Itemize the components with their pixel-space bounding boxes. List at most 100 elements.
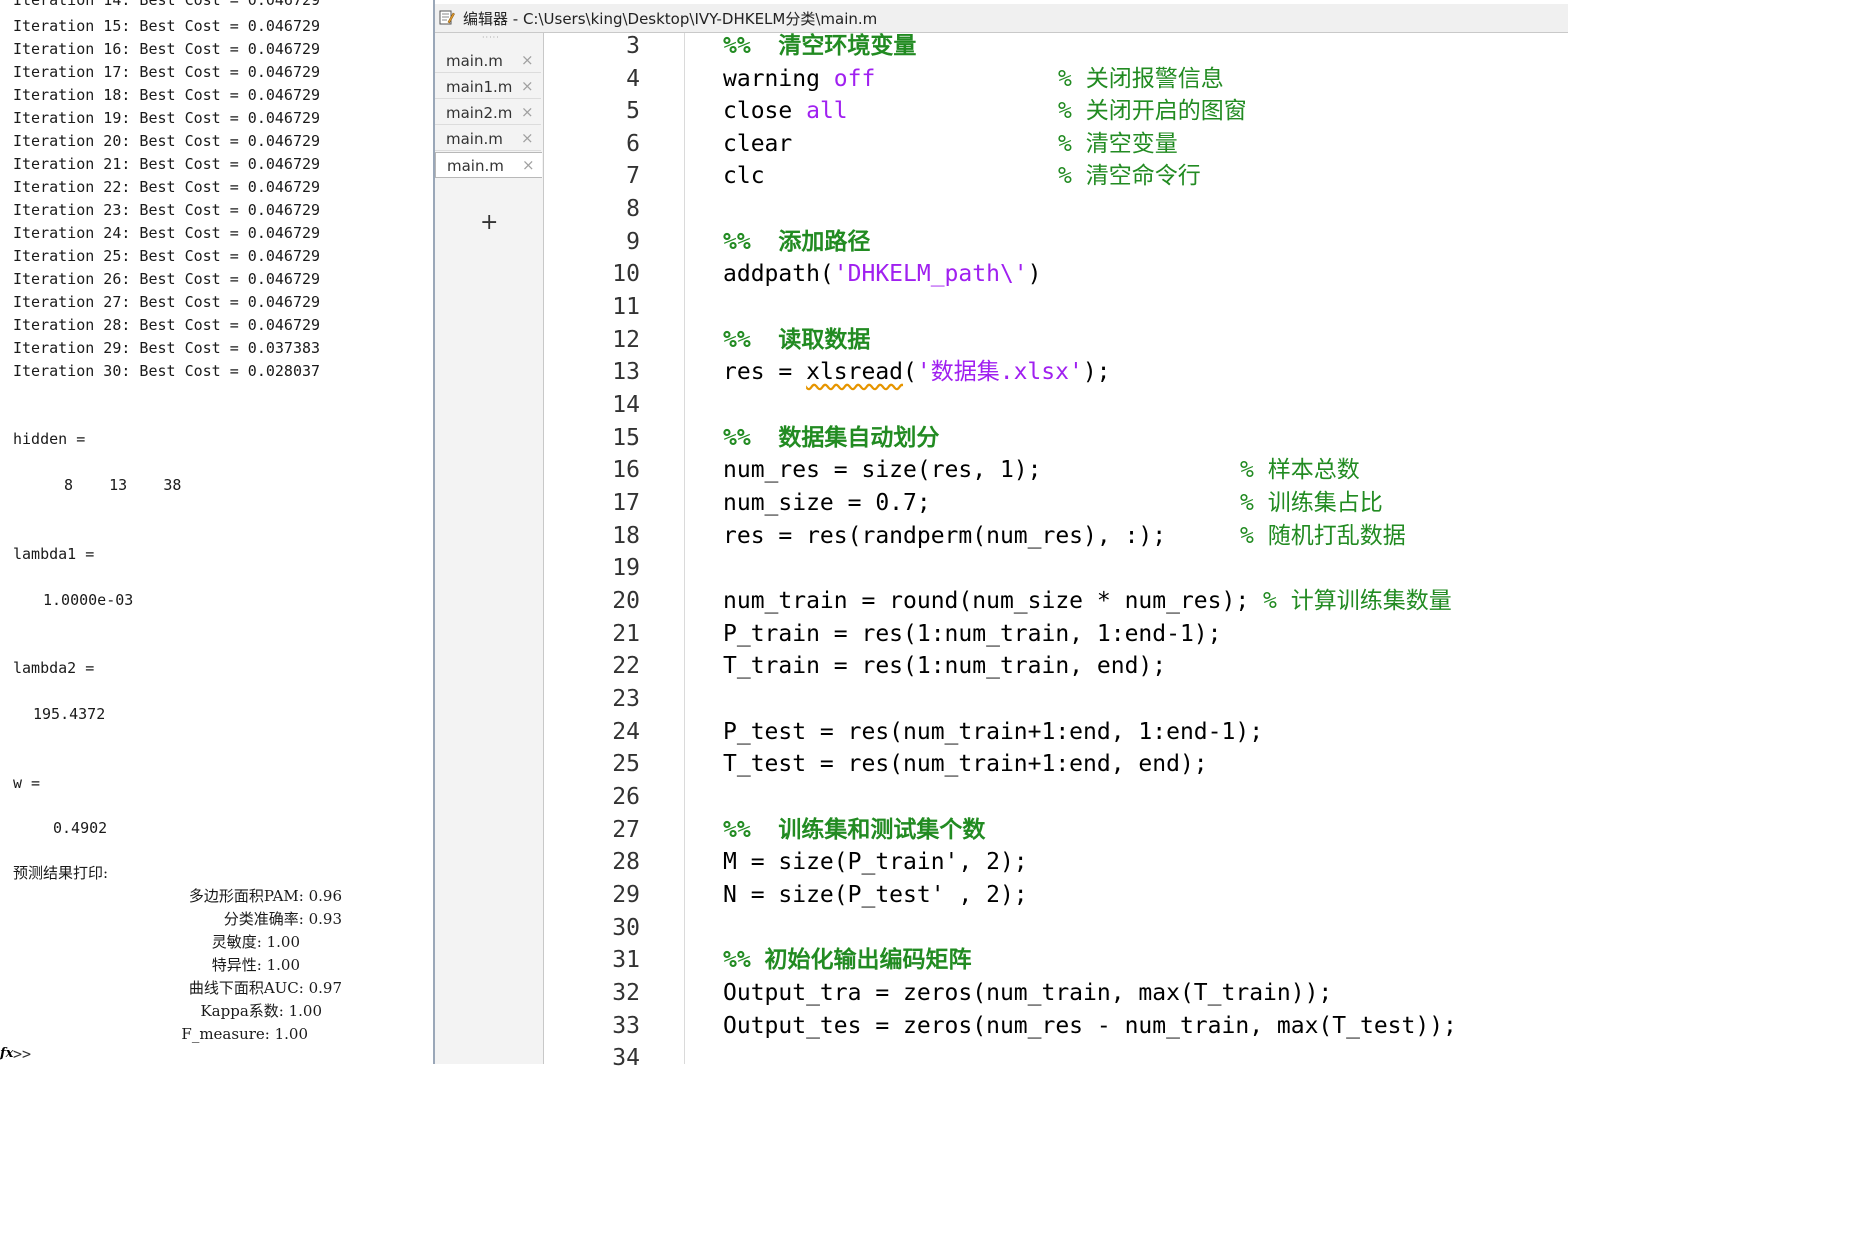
code-comment: % 关闭报警信息 [1058, 66, 1224, 92]
line-number: 15 [612, 425, 640, 451]
close-icon[interactable]: × [521, 51, 534, 69]
line-number: 4 [626, 66, 640, 92]
code-area[interactable]: %% 清空环境变量 warning off % 关闭报警信息 close all… [685, 33, 1568, 1064]
var-label-hidden: hidden = [13, 430, 86, 448]
line-number: 10 [612, 261, 640, 287]
code-line: %% 读取数据 [723, 324, 870, 356]
code-line: %% 添加路径 [723, 226, 870, 258]
line-number: 7 [626, 163, 640, 189]
line-number: 8 [626, 196, 640, 222]
fx-icon[interactable]: fx [0, 1046, 13, 1061]
output-line: Iteration 17: Best Cost = 0.046729 [13, 63, 321, 81]
code-line: %% 数据集自动划分 [723, 422, 939, 454]
line-number: 28 [612, 849, 640, 875]
output-line: Iteration 29: Best Cost = 0.037383 [13, 339, 321, 357]
code-line: addpath('DHKELM_path\') [723, 258, 1042, 290]
code-token: addpath( [723, 261, 834, 287]
tab-main-2[interactable]: main.m × [435, 126, 541, 151]
tab-main2[interactable]: main2.m × [435, 100, 541, 125]
var-value-w: 0.4902 [53, 819, 108, 837]
tab-main-active[interactable]: main.m × [435, 152, 542, 178]
code-string: 'DHKELM_path\' [833, 261, 1028, 287]
output-line: Iteration 22: Best Cost = 0.046729 [13, 178, 321, 196]
close-icon[interactable]: × [521, 129, 534, 147]
result-line: 灵敏度: 1.00 [211, 933, 300, 951]
drag-grip-icon[interactable]: ····· [482, 33, 500, 42]
line-number: 30 [612, 915, 640, 941]
code-token: off [833, 66, 876, 92]
tab-label: main2.m [446, 104, 513, 122]
code-line: warning off [723, 63, 875, 95]
document-tab-bar: ····· main.m × main1.m × main2.m × main.… [435, 33, 544, 1064]
line-number: 18 [612, 523, 640, 549]
result-line: 分类准确率: 0.93 [223, 910, 342, 928]
output-line: Iteration 19: Best Cost = 0.046729 [13, 109, 321, 127]
tab-main1[interactable]: main1.m × [435, 74, 541, 99]
line-number: 16 [612, 457, 640, 483]
output-line: Iteration 21: Best Cost = 0.046729 [13, 155, 321, 173]
line-number: 6 [626, 131, 640, 157]
var-label-lambda2: lambda2 = [13, 659, 95, 677]
output-line: Iteration 25: Best Cost = 0.046729 [13, 247, 321, 265]
code-line: Output_tra = zeros(num_train, max(T_trai… [723, 980, 1333, 1006]
section-title: %% 添加路径 [723, 229, 871, 255]
output-line: Iteration 23: Best Cost = 0.046729 [13, 201, 321, 219]
result-line: Kappa系数: 1.00 [200, 1002, 322, 1020]
close-icon[interactable]: × [521, 77, 534, 95]
code-line: %% 初始化输出编码矩阵 [723, 944, 972, 976]
code-line: N = size(P_test' , 2); [723, 882, 1028, 908]
result-line: 多边形面积PAM: 0.96 [188, 887, 342, 905]
code-line: T_test = res(num_train+1:end, end); [723, 751, 1208, 777]
code-line: num_res = size(res, 1); [723, 457, 1042, 483]
editor-titlebar[interactable]: 编辑器 - C:\Users\king\Desktop\IVY-DHKELM分类… [435, 4, 1568, 33]
tab-label: main.m [446, 52, 503, 70]
result-line: 特异性: 1.00 [211, 956, 300, 974]
code-line: num_size = 0.7; [723, 490, 931, 516]
command-window[interactable]: Iteration 14: Best Cost = 0.046729 Itera… [0, 0, 433, 1064]
line-number: 3 [626, 33, 640, 59]
code-line: close all [723, 95, 848, 127]
output-line: Iteration 26: Best Cost = 0.046729 [13, 270, 321, 288]
close-icon[interactable]: × [522, 156, 535, 174]
code-token: ) [1027, 261, 1042, 287]
code-string: '数据集.xlsx' [916, 359, 1083, 385]
code-line: P_train = res(1:num_train, 1:end-1); [723, 621, 1222, 647]
editor-icon [439, 10, 455, 25]
line-number: 20 [612, 588, 640, 614]
output-line: Iteration 30: Best Cost = 0.028037 [13, 362, 321, 380]
code-comment: % 清空命令行 [1058, 163, 1201, 189]
code-token: all [806, 98, 848, 124]
line-number: 27 [612, 817, 640, 843]
code-line: T_train = res(1:num_train, end); [723, 653, 1167, 679]
line-number: 9 [626, 229, 640, 255]
tab-label: main1.m [446, 78, 513, 96]
code-comment: % 关闭开启的图窗 [1058, 98, 1247, 124]
output-line: Iteration 27: Best Cost = 0.046729 [13, 293, 321, 311]
section-title: %% 读取数据 [723, 327, 871, 353]
line-number: 25 [612, 751, 640, 777]
line-number: 23 [612, 686, 640, 712]
tab-label: main.m [447, 157, 504, 175]
code-token: warning [723, 66, 834, 92]
results-header: 预测结果打印: [13, 864, 109, 882]
line-number: 17 [612, 490, 640, 516]
code-line: Output_tes = zeros(num_res - num_train, … [723, 1013, 1457, 1039]
code-token: close [723, 98, 807, 124]
section-title: %% 训练集和测试集个数 [723, 817, 986, 843]
add-tab-button[interactable]: + [480, 211, 498, 235]
command-prompt[interactable]: >> [13, 1045, 31, 1063]
line-number: 22 [612, 653, 640, 679]
line-number-gutter[interactable]: 3 4 5 6 7 8 9 10 11 12 13 14 15 16 17 18… [544, 33, 685, 1071]
code-comment: % 训练集占比 [1240, 490, 1383, 516]
close-icon[interactable]: × [521, 103, 534, 121]
code-comment: % 样本总数 [1240, 457, 1360, 483]
output-line: Iteration 18: Best Cost = 0.046729 [13, 86, 321, 104]
code-token: ( [903, 359, 917, 385]
tab-main[interactable]: main.m × [435, 48, 541, 73]
section-title: %% 清空环境变量 [723, 33, 917, 59]
code-line: res = res(randperm(num_res), :); [723, 523, 1167, 549]
result-line: F_measure: 1.00 [181, 1025, 308, 1043]
code-line: clear [723, 131, 793, 157]
code-token-warning[interactable]: xlsread [806, 359, 903, 385]
output-line: Iteration 28: Best Cost = 0.046729 [13, 316, 321, 334]
